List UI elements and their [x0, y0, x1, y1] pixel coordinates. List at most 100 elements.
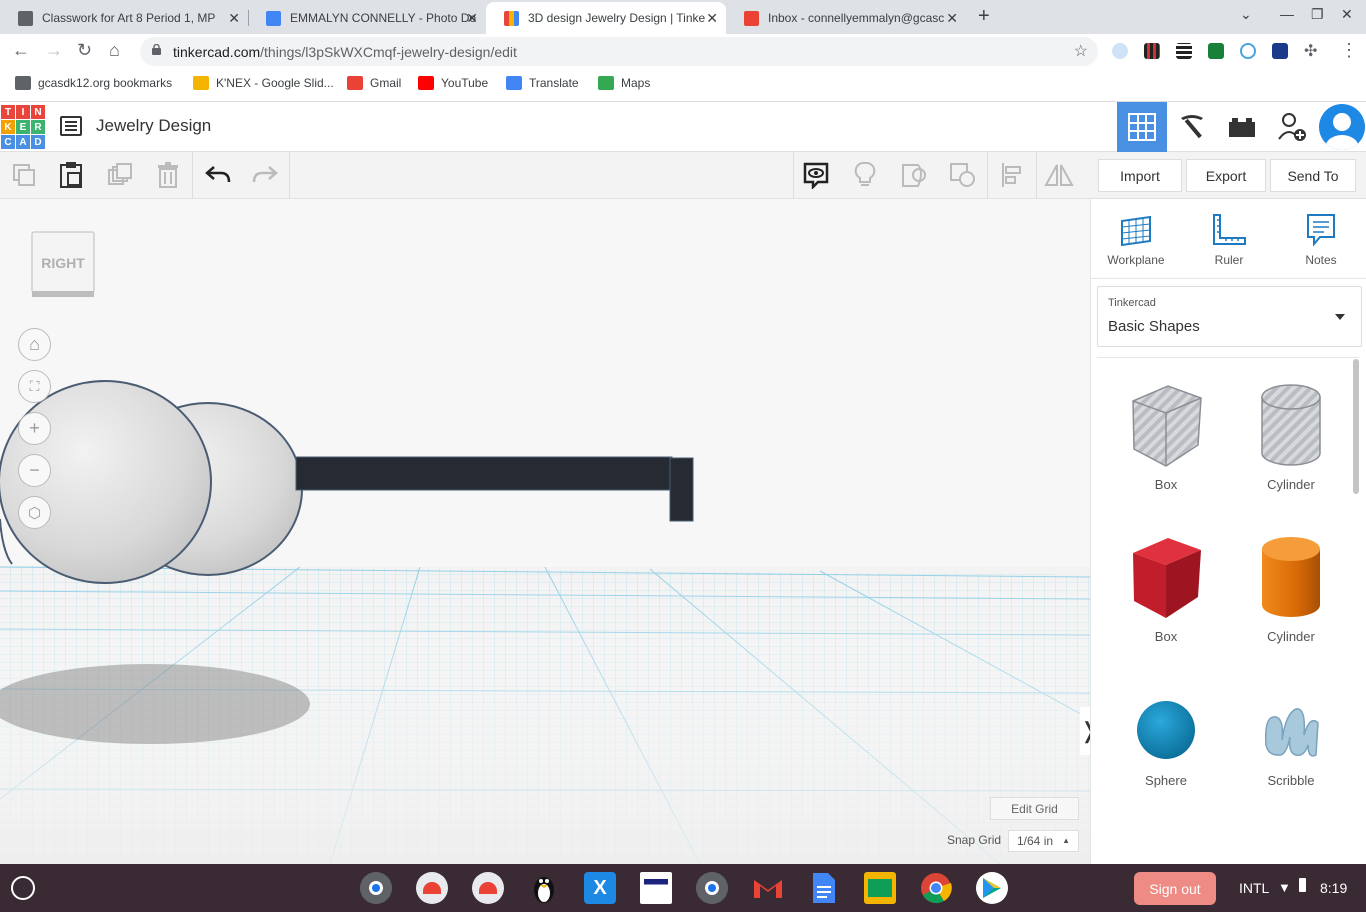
back-icon[interactable]: ← — [12, 40, 30, 61]
shape-box-hole[interactable]: Box — [1111, 383, 1221, 492]
browser-tab-tinkercad[interactable]: 3D design Jewelry Design | Tinke ✕ — [486, 2, 726, 34]
shape-scribble[interactable]: Scribble — [1236, 695, 1346, 788]
bookmark-gmail[interactable]: Gmail — [347, 76, 401, 90]
close-tab-icon[interactable]: ✕ — [466, 10, 478, 27]
clock[interactable]: 8:19 — [1320, 880, 1347, 896]
x-app-icon[interactable]: X — [584, 872, 616, 904]
lego-bricks-button[interactable] — [1217, 102, 1267, 152]
wifi-icon[interactable]: ▼ — [1278, 880, 1291, 895]
logo-letter: C — [1, 135, 15, 149]
invite-user-button[interactable] — [1267, 102, 1317, 152]
docs-app-icon[interactable] — [808, 872, 840, 904]
extension-qr-icon[interactable] — [1176, 43, 1192, 59]
export-button[interactable]: Export — [1186, 159, 1266, 192]
ruler-tool[interactable]: Ruler — [1189, 213, 1269, 267]
fit-icon: ⛶ — [29, 378, 40, 394]
camera-2-app-icon[interactable] — [696, 872, 728, 904]
light-bulb-button[interactable] — [850, 160, 880, 190]
photo-booth-app-icon[interactable] — [416, 872, 448, 904]
testnav-app-icon[interactable] — [640, 872, 672, 904]
chrome-app-icon[interactable] — [920, 872, 952, 904]
launcher-icon[interactable] — [11, 876, 35, 900]
close-tab-icon[interactable]: ✕ — [706, 10, 718, 27]
copy-button[interactable] — [9, 160, 39, 190]
view-cube[interactable]: RIGHT — [31, 231, 95, 297]
camera-app-icon[interactable] — [360, 872, 392, 904]
workplane-tool[interactable]: Workplane — [1096, 213, 1176, 267]
browser-tab-photo-doc[interactable]: EMMALYN CONNELLY - Photo Do ✕ — [248, 2, 486, 34]
linux-penguin-app-icon[interactable] — [528, 872, 560, 904]
bookmark-youtube[interactable]: YouTube — [418, 76, 488, 90]
close-window-icon[interactable]: ✕ — [1341, 6, 1353, 23]
close-tab-icon[interactable]: ✕ — [228, 10, 240, 27]
delete-button[interactable] — [153, 160, 183, 190]
group-button[interactable] — [899, 160, 929, 190]
bookmark-gcasdk12[interactable]: gcasdk12.org bookmarks — [15, 76, 172, 90]
shape-label: Sphere — [1145, 773, 1187, 788]
home-icon[interactable]: ⌂ — [109, 40, 120, 61]
forward-icon[interactable]: → — [45, 40, 63, 61]
shape-box[interactable]: Box — [1111, 535, 1221, 644]
shape-cylinder[interactable]: Cylinder — [1236, 535, 1346, 644]
user-avatar[interactable] — [1319, 104, 1365, 150]
input-method-indicator[interactable]: INTL — [1239, 880, 1269, 896]
shape-library-dropdown[interactable]: Tinkercad Basic Shapes — [1097, 286, 1362, 347]
classroom-app-icon[interactable] — [864, 872, 896, 904]
browser-toolbar: ← → ↻ ⌂ tinkercad.com/things/l3pSkWXCmqf… — [0, 34, 1366, 68]
battery-icon[interactable] — [1299, 878, 1306, 895]
browser-menu-icon[interactable]: ⋮ — [1340, 40, 1358, 61]
tinkercad-logo[interactable]: T I N K E R C A D — [1, 105, 45, 149]
undo-button[interactable] — [203, 160, 233, 190]
zoom-in-button[interactable]: + — [18, 412, 51, 445]
close-tab-icon[interactable]: ✕ — [946, 10, 958, 27]
extension-circle-icon[interactable] — [1240, 43, 1256, 59]
restore-icon[interactable]: ❐ — [1311, 6, 1324, 23]
browser-tab-inbox[interactable]: Inbox - connellyemmalyn@gcasc ✕ — [726, 2, 966, 34]
paste-button[interactable] — [56, 160, 86, 190]
browser-tab-classwork[interactable]: Classwork for Art 8 Period 1, MP ✕ — [0, 2, 248, 34]
tab-title: EMMALYN CONNELLY - Photo Do — [290, 11, 476, 25]
shape-sphere[interactable]: Sphere — [1111, 695, 1221, 788]
redo-button[interactable] — [250, 160, 280, 190]
notes-toggle-button[interactable] — [801, 160, 831, 190]
snap-grid-select[interactable]: 1/64 in ▲ — [1008, 830, 1079, 852]
bookmark-star-icon[interactable]: ☆ — [1074, 41, 1088, 61]
reload-icon[interactable]: ↻ — [77, 40, 92, 61]
import-button[interactable]: Import — [1098, 159, 1182, 192]
workplane-canvas[interactable]: RIGHT ⌂ ⛶ + − ⬡ Edit Grid Snap Grid 1/64… — [0, 199, 1090, 864]
bookmark-maps[interactable]: Maps — [598, 76, 650, 90]
mirror-button[interactable] — [1044, 160, 1074, 190]
notes-tool[interactable]: Notes — [1281, 213, 1361, 267]
duplicate-button[interactable] — [105, 160, 135, 190]
design-list-icon[interactable] — [60, 116, 82, 136]
extension-cloud-icon[interactable] — [1112, 43, 1128, 59]
edit-grid-button[interactable]: Edit Grid — [990, 797, 1079, 820]
extension-blue-icon[interactable] — [1272, 43, 1288, 59]
send-to-button[interactable]: Send To — [1270, 159, 1356, 192]
play-store-app-icon[interactable] — [976, 872, 1008, 904]
bookmark-knex[interactable]: K'NEX - Google Slid... — [193, 76, 334, 90]
extension-qr-red-icon[interactable] — [1144, 43, 1160, 59]
3d-view-button[interactable] — [1117, 102, 1167, 152]
gmail-app-icon[interactable] — [752, 872, 784, 904]
bookmark-translate[interactable]: Translate — [506, 76, 579, 90]
zoom-out-button[interactable]: − — [18, 454, 51, 487]
photo-booth-2-app-icon[interactable] — [472, 872, 504, 904]
collapse-panel-button[interactable]: ❭ — [1080, 707, 1090, 755]
sign-out-button[interactable]: Sign out — [1134, 872, 1216, 905]
fit-view-button[interactable]: ⛶ — [18, 370, 51, 403]
extensions-puzzle-icon[interactable]: ✣ — [1304, 41, 1317, 61]
extension-sheets-icon[interactable] — [1208, 43, 1224, 59]
tab-search-icon[interactable]: ⌄ — [1240, 6, 1252, 23]
ortho-view-button[interactable]: ⬡ — [18, 496, 51, 529]
home-view-button[interactable]: ⌂ — [18, 328, 51, 361]
shape-cylinder-hole[interactable]: Cylinder — [1236, 383, 1346, 492]
ungroup-button[interactable] — [948, 160, 978, 190]
align-button[interactable] — [997, 160, 1027, 190]
panel-scrollbar[interactable] — [1353, 359, 1359, 494]
new-tab-icon[interactable]: + — [978, 5, 990, 28]
minimize-icon[interactable]: — — [1280, 6, 1294, 22]
project-title[interactable]: Jewelry Design — [96, 116, 211, 136]
minecraft-button[interactable] — [1167, 102, 1217, 152]
address-bar[interactable]: tinkercad.com/things/l3pSkWXCmqf-jewelry… — [140, 37, 1098, 66]
